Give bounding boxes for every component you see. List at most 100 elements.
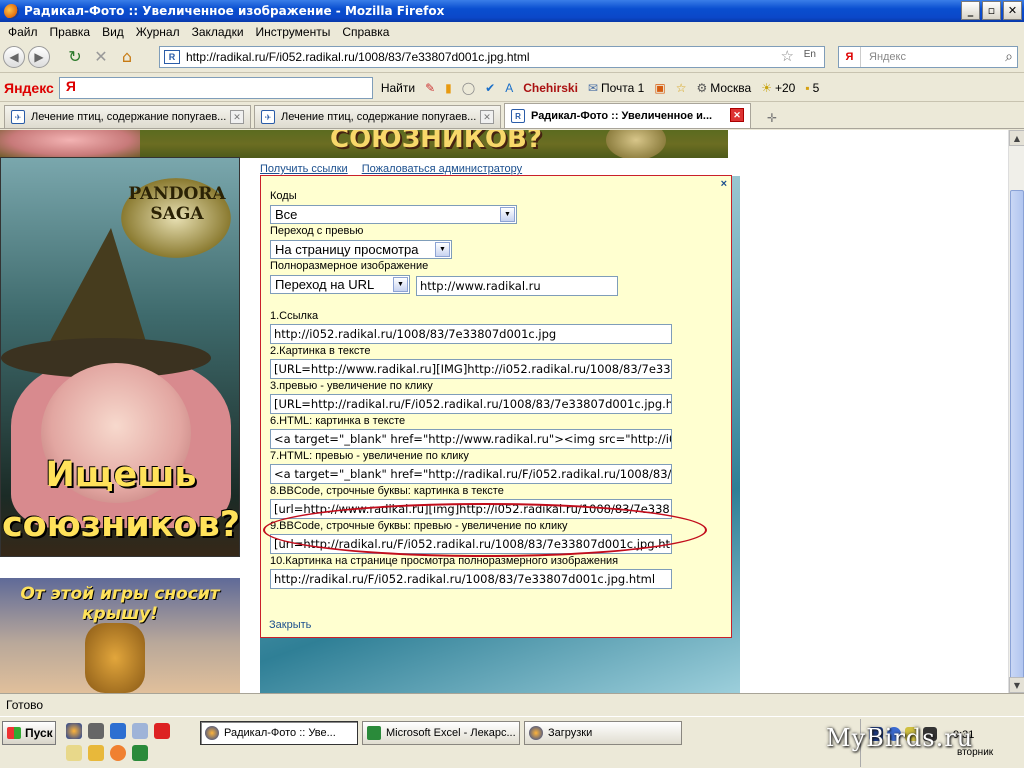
scroll-up-icon[interactable]: ▲ xyxy=(1009,130,1024,146)
scroll-down-icon[interactable]: ▼ xyxy=(1009,677,1024,693)
field-input-10[interactable]: http://radikal.ru/F/i052.radikal.ru/1008… xyxy=(270,569,672,589)
forward-button[interactable]: ▶ xyxy=(28,45,50,68)
menu-view[interactable]: Вид xyxy=(96,25,130,39)
tab-radikal[interactable]: R Радикал-Фото :: Увеличенное и... ✕ xyxy=(504,103,751,128)
reload-icon[interactable]: ↻ xyxy=(64,46,86,68)
tab-birds-1[interactable]: ✈ Лечение птиц, содержание попугаев... ✕ xyxy=(4,105,251,128)
new-tab-icon[interactable]: ✛ xyxy=(758,108,786,128)
dialog-close-link[interactable]: Закрыть xyxy=(269,619,311,631)
menu-file[interactable]: Файл xyxy=(2,25,44,39)
yandex-search-input[interactable]: Я xyxy=(58,76,373,99)
chat-bubble-icon[interactable]: ◯ xyxy=(462,81,475,95)
top-banner-ad[interactable]: СОЮЗНИКОВ? xyxy=(0,130,728,158)
notepad-quicklaunch-icon[interactable] xyxy=(66,745,82,761)
codes-select[interactable]: Все ▼ xyxy=(270,205,517,224)
document-quicklaunch-icon[interactable] xyxy=(132,723,148,739)
scroll-thumb[interactable] xyxy=(1010,190,1024,690)
stop-icon[interactable]: ✕ xyxy=(90,46,112,68)
search-icon[interactable]: ⌕ xyxy=(1005,48,1013,65)
firefox-quicklaunch-icon[interactable] xyxy=(66,723,82,739)
windows-logo-icon xyxy=(7,727,21,739)
excel-quicklaunch-icon[interactable] xyxy=(132,745,148,761)
task-label: Радикал-Фото :: Уве... xyxy=(224,727,336,739)
tab-close-icon[interactable]: ✕ xyxy=(480,110,494,124)
network-quicklaunch-icon[interactable] xyxy=(110,723,126,739)
email-quicklaunch-icon[interactable] xyxy=(110,745,126,761)
tab-label: Радикал-Фото :: Увеличенное и... xyxy=(531,110,713,122)
vertical-scrollbar[interactable]: ▲ ▼ xyxy=(1008,130,1024,693)
close-window-button[interactable]: ✕ xyxy=(1003,1,1022,20)
tab-birds-2[interactable]: ✈ Лечение птиц, содержание попугаев... ✕ xyxy=(254,105,501,128)
tab-close-icon[interactable]: ✕ xyxy=(730,108,744,122)
ad-slogan: Ищешь союзников? xyxy=(1,455,240,545)
tab-close-icon[interactable]: ✕ xyxy=(230,110,244,124)
maximize-button[interactable]: ▫ xyxy=(982,1,1001,20)
yandex-user-name[interactable]: Chehirski xyxy=(523,81,578,95)
start-button[interactable]: Пуск xyxy=(2,721,56,745)
weather-temp-item[interactable]: ☀ +20 xyxy=(761,81,795,95)
get-links-link[interactable]: Получить ссылки xyxy=(260,163,348,175)
field-label-8: 8.BBCode, строчные буквы: картинка в тек… xyxy=(270,485,504,497)
menu-edit[interactable]: Правка xyxy=(44,25,97,39)
full-image-select[interactable]: Переход на URL ▼ xyxy=(270,275,410,294)
ad-logo-text: PANDORA SAGA xyxy=(128,184,226,224)
field-input-6[interactable]: <a target="_blank" href="http://www.radi… xyxy=(270,429,672,449)
radikal-favicon-icon: R xyxy=(164,50,180,64)
pandora-saga-ad[interactable]: PANDORA SAGA Ищешь союзников? xyxy=(0,157,240,557)
menu-tools[interactable]: Инструменты xyxy=(250,25,337,39)
translate-icon[interactable]: A xyxy=(505,81,513,95)
package-icon[interactable]: ▣ xyxy=(654,81,665,95)
field-label-3: 3.превью - увеличение по клику xyxy=(270,380,433,392)
firefox-icon xyxy=(4,3,19,19)
sun-cloud-icon: ☀ xyxy=(761,80,772,95)
start-label: Пуск xyxy=(25,726,53,740)
report-admin-link[interactable]: Пожаловаться администратору xyxy=(362,163,522,175)
yandex-find-button[interactable]: Найти xyxy=(381,81,415,95)
taskbar-item-firefox[interactable]: Радикал-Фото :: Уве... xyxy=(200,721,358,745)
quick-launch-row-1 xyxy=(66,723,170,739)
computer-quicklaunch-icon[interactable] xyxy=(88,723,104,739)
field-input-3[interactable]: [URL=http://radikal.ru/F/i052.radikal.ru… xyxy=(270,394,672,414)
bookmark-star-icon[interactable]: ☆ xyxy=(781,47,794,65)
back-button[interactable]: ◀ xyxy=(3,45,25,68)
spellcheck-icon[interactable]: ✔ xyxy=(485,81,495,95)
full-image-url-input[interactable]: http://www.radikal.ru xyxy=(416,276,618,296)
menu-history[interactable]: Журнал xyxy=(130,25,186,39)
taskbar-item-downloads[interactable]: Загрузки xyxy=(524,721,682,745)
robot-image xyxy=(85,623,145,693)
pen-icon[interactable]: ✎ xyxy=(425,81,435,95)
weather-city: Москва xyxy=(710,80,752,95)
language-indicator: En xyxy=(803,49,816,60)
taskbar-item-excel[interactable]: Microsoft Excel - Лекарс... xyxy=(362,721,520,745)
traffic-item[interactable]: ▪ 5 xyxy=(805,81,819,95)
pdf-quicklaunch-icon[interactable] xyxy=(154,723,170,739)
menu-bookmarks[interactable]: Закладки xyxy=(186,25,250,39)
url-bar[interactable]: R http://radikal.ru/F/i052.radikal.ru/10… xyxy=(159,46,825,68)
field-input-1[interactable]: http://i052.radikal.ru/1008/83/7e33807d0… xyxy=(270,324,672,344)
yandex-logo[interactable]: Яндекс xyxy=(4,80,54,96)
dropdown-arrow-icon: ▼ xyxy=(393,277,408,292)
task-label: Microsoft Excel - Лекарс... xyxy=(386,727,516,739)
ad2-text: От этой игры сносит крышу! xyxy=(20,584,220,624)
folder-quicklaunch-icon[interactable] xyxy=(88,745,104,761)
full-image-label: Полноразмерное изображение xyxy=(270,260,429,272)
links-dialog: × Коды Все ▼ Переход с превью На страниц… xyxy=(260,175,732,638)
home-icon[interactable]: ⌂ xyxy=(116,46,138,68)
minimize-button[interactable]: _ xyxy=(961,1,980,20)
game-ad-2[interactable]: От этой игры сносит крышу! xyxy=(0,578,240,693)
field-label-2: 2.Картинка в тексте xyxy=(270,345,371,357)
menu-help[interactable]: Справка xyxy=(336,25,395,39)
field-label-10: 10.Картинка на странице просмотра полнор… xyxy=(270,555,619,567)
mail-item[interactable]: ✉ Почта 1 xyxy=(588,81,644,95)
preview-label: Переход с превью xyxy=(270,225,364,237)
field-input-2[interactable]: [URL=http://www.radikal.ru][IMG]http://i… xyxy=(270,359,672,379)
mail-icon: ✉ xyxy=(587,80,598,95)
favorites-star-icon[interactable]: ☆ xyxy=(676,81,687,95)
field-input-7[interactable]: <a target="_blank" href="http://radikal.… xyxy=(270,464,672,484)
weather-city-item[interactable]: ⚙ Москва xyxy=(696,81,751,95)
preview-select[interactable]: На страницу просмотра ▼ xyxy=(270,240,452,259)
signal-bars-icon[interactable]: ▮ xyxy=(445,81,452,95)
tab-label: Лечение птиц, содержание попугаев... xyxy=(281,111,477,123)
search-box[interactable]: Я Яндекс ⌕ xyxy=(838,46,1018,68)
dialog-close-icon[interactable]: × xyxy=(721,178,727,190)
